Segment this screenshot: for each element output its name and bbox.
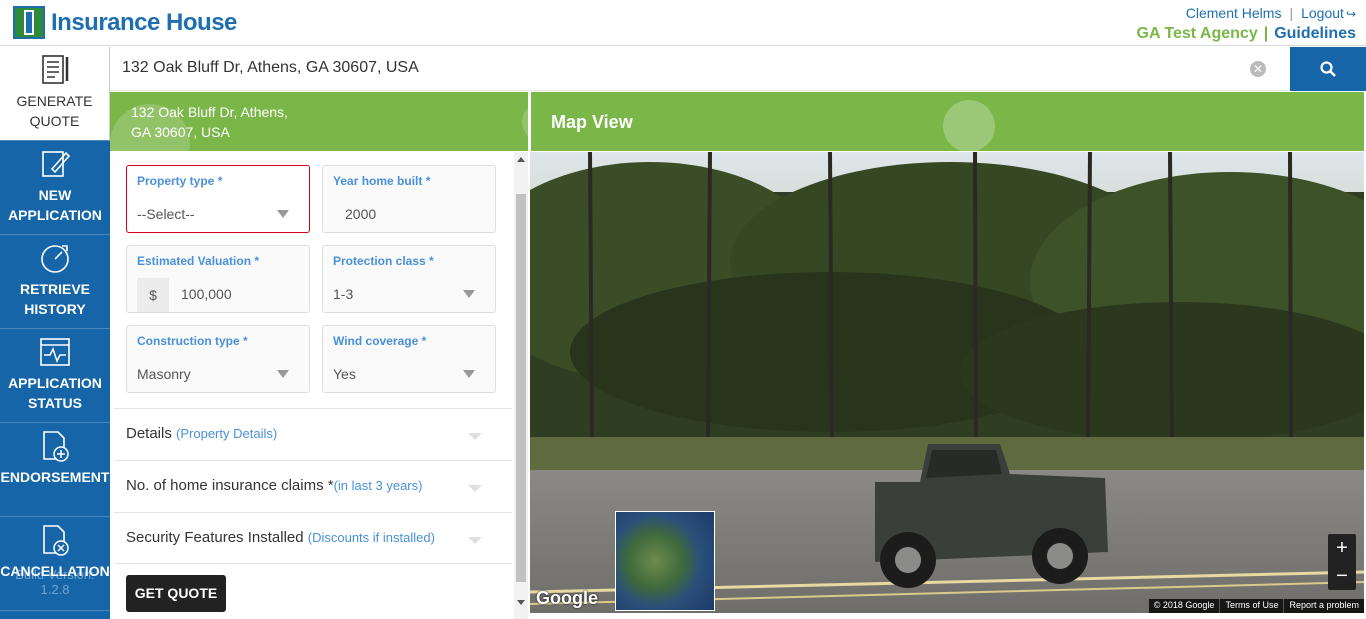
address-header: 132 Oak Bluff Dr, Athens, GA 30607, USA <box>110 92 528 151</box>
sidebar-item-label: ENDORSEMENT <box>0 469 110 485</box>
brand-logo-icon <box>13 6 45 39</box>
field-label: Protection class * <box>333 254 434 268</box>
accordion-subtitle: (Property Details) <box>176 426 278 441</box>
quote-form: Property type * --Select-- Year home bui… <box>110 152 514 619</box>
property-type-select[interactable]: Property type * --Select-- <box>126 165 310 233</box>
accordion-subtitle: (Discounts if installed) <box>307 530 435 545</box>
add-document-icon <box>43 431 69 462</box>
copyright-text: © 2018 Google <box>1153 600 1215 610</box>
decorative-bubble <box>943 100 995 151</box>
cancel-document-icon <box>43 525 69 556</box>
edit-document-icon <box>42 151 71 177</box>
history-icon <box>41 245 69 273</box>
sidebar-item-application-status[interactable]: APPLICATION STATUS <box>0 329 110 423</box>
divider: | <box>1289 5 1294 21</box>
build-version-number: 1.2.8 <box>40 582 70 597</box>
search-button[interactable] <box>1290 47 1366 91</box>
field-label: Wind coverage * <box>333 334 427 348</box>
sidebar-item-retrieve-history[interactable]: RETRIEVE HISTORY <box>0 235 110 329</box>
zoom-in-button[interactable]: + <box>1328 534 1356 562</box>
accordion-details[interactable]: Details (Property Details) <box>114 408 512 460</box>
report-problem-link[interactable]: Report a problem <box>1283 599 1364 613</box>
address-line-1: 132 Oak Bluff Dr, Athens, <box>131 104 288 120</box>
brand-name: Insurance House <box>51 8 237 36</box>
sidebar-item-label: NEW <box>38 187 72 203</box>
protection-class-select[interactable]: Protection class * 1-3 <box>322 245 496 313</box>
sidebar-item-label: GENERATE <box>16 93 93 109</box>
field-label: Year home built * <box>333 174 431 188</box>
sidebar-item-label: STATUS <box>28 395 82 411</box>
field-value: 1-3 <box>333 286 354 302</box>
app-header: Insurance House Clement Helms | Logout ↪ GA… <box>0 0 1366 46</box>
sidebar-item-label: APPLICATION <box>8 207 102 223</box>
sidebar-nav: GENERATE QUOTE NEW APPLICATION RETRIEVE … <box>0 47 110 619</box>
user-area: Clement Helms | Logout ↪ GA Test Agency | Gui… <box>1137 5 1357 43</box>
search-icon <box>1320 61 1336 77</box>
accordion-title: No. of home insurance claims * <box>126 477 334 494</box>
chevron-down-icon <box>277 370 289 378</box>
logout-label: Logout <box>1301 5 1344 21</box>
year-built-input[interactable]: Year home built * 2000 <box>322 165 496 233</box>
user-name-link[interactable]: Clement Helms <box>1186 5 1282 21</box>
zoom-controls: + − <box>1328 534 1356 590</box>
chevron-down-icon <box>463 370 475 378</box>
zoom-out-button[interactable]: − <box>1328 562 1356 590</box>
field-value: 2000 <box>345 206 377 222</box>
form-scrollbar[interactable] <box>514 152 528 619</box>
clear-search-icon[interactable]: ✕ <box>1250 61 1266 77</box>
sidebar-item-endorsement[interactable]: ENDORSEMENT <box>0 423 110 517</box>
sidebar-item-label: APPLICATION <box>8 375 102 391</box>
globe-thumbnail[interactable] <box>615 511 715 611</box>
currency-prefix: $ <box>137 278 169 312</box>
scroll-down-icon[interactable] <box>517 600 525 605</box>
chevron-down-icon <box>468 485 482 492</box>
field-value: 100,000 <box>181 286 232 302</box>
chevron-down-icon <box>277 210 289 218</box>
estimated-valuation-input[interactable]: Estimated Valuation * $ 100,000 <box>126 245 310 313</box>
agency-name: GA Test Agency <box>1136 25 1258 42</box>
accordion-security[interactable]: Security Features Installed (Discounts i… <box>114 512 512 564</box>
chevron-down-icon <box>468 433 482 440</box>
field-label: Estimated Valuation * <box>137 254 260 268</box>
map-attribution: © 2018 Google Terms of Use Report a prob… <box>1148 599 1364 613</box>
field-label: Property type * <box>137 174 223 188</box>
field-value: --Select-- <box>137 206 195 222</box>
document-pen-icon <box>41 55 68 84</box>
google-logo: Google <box>536 588 598 608</box>
divider: | <box>1263 25 1269 42</box>
address-search-input[interactable]: 132 Oak Bluff Dr, Athens, GA 30607, USA <box>122 59 419 77</box>
address-search-bar: 132 Oak Bluff Dr, Athens, GA 30607, USA … <box>110 47 1366 91</box>
build-version: Build Version: 1.2.8 <box>0 567 110 597</box>
logout-icon: ↪ <box>1345 7 1356 21</box>
accordion-subtitle: (in last 3 years) <box>333 478 423 493</box>
sidebar-item-new-application[interactable]: NEW APPLICATION <box>0 141 110 235</box>
scroll-thumb[interactable] <box>516 194 526 582</box>
scroll-up-icon[interactable] <box>517 157 525 162</box>
field-label: Construction type * <box>137 334 248 348</box>
sidebar-item-label: QUOTE <box>29 113 80 129</box>
chevron-down-icon <box>463 290 475 298</box>
sidebar-item-generate-quote[interactable]: GENERATE QUOTE <box>0 47 110 141</box>
wind-coverage-select[interactable]: Wind coverage * Yes <box>322 325 496 393</box>
field-value: Yes <box>333 366 356 382</box>
map-view-header: Map View <box>531 92 1364 151</box>
field-value: Masonry <box>137 366 191 382</box>
accordion-title: Security Features Installed <box>126 529 304 546</box>
sidebar-item-label: HISTORY <box>24 301 86 317</box>
chevron-down-icon <box>468 537 482 544</box>
map-view-title: Map View <box>551 112 633 132</box>
brand-logo[interactable]: Insurance House <box>13 6 237 39</box>
sidebar-item-label: RETRIEVE <box>19 281 90 297</box>
get-quote-button[interactable]: GET QUOTE <box>126 575 226 612</box>
build-version-label: Build Version: <box>15 567 95 582</box>
street-view-map[interactable]: Google + − © 2018 Google Terms of Use Re… <box>530 152 1364 613</box>
guidelines-link[interactable]: Guidelines <box>1274 25 1356 42</box>
terms-of-use-link[interactable]: Terms of Use <box>1219 599 1283 613</box>
construction-type-select[interactable]: Construction type * Masonry <box>126 325 310 393</box>
address-line-2: GA 30607, USA <box>131 124 230 140</box>
accordion-claims[interactable]: No. of home insurance claims *(in last 3… <box>114 460 512 512</box>
status-monitor-icon <box>40 338 70 366</box>
accordion-title: Details <box>126 425 172 442</box>
logout-link[interactable]: Logout ↪ <box>1301 5 1356 21</box>
